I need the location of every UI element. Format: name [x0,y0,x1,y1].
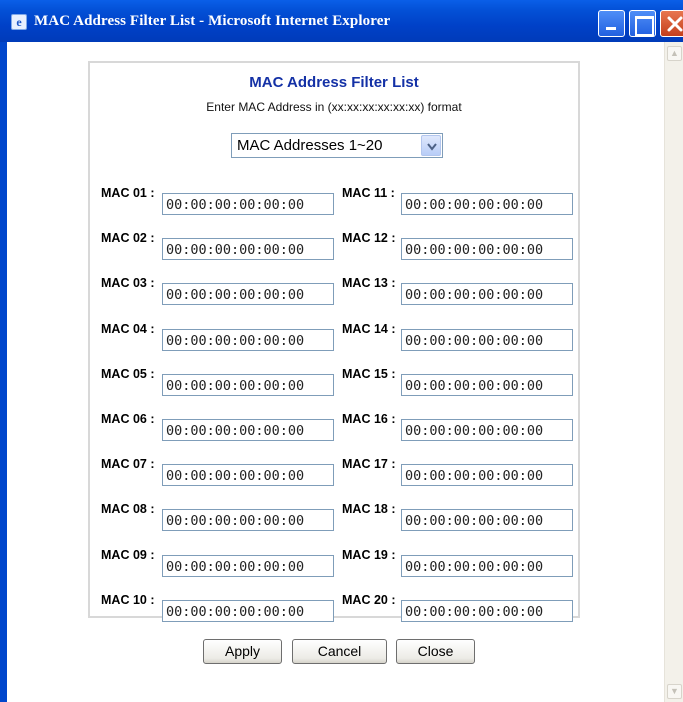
mac-address-input[interactable]: 00:00:00:00:00:00 [401,193,573,215]
scroll-down-arrow-icon[interactable]: ▼ [667,684,682,699]
ie-icon: e [11,14,27,30]
mac-address-input[interactable]: 00:00:00:00:00:00 [162,555,334,577]
mac-address-input[interactable]: 00:00:00:00:00:00 [401,419,573,441]
mac-address-input[interactable]: 00:00:00:00:00:00 [162,374,334,396]
mac-address-input[interactable]: 00:00:00:00:00:00 [401,374,573,396]
mac-address-input[interactable]: 00:00:00:00:00:00 [401,464,573,486]
mac-address-input[interactable]: 00:00:00:00:00:00 [401,238,573,260]
window-title-bar[interactable]: e MAC Address Filter List - Microsoft In… [0,0,683,42]
apply-button[interactable]: Apply [203,639,282,664]
mac-address-input[interactable]: 00:00:00:00:00:00 [162,509,334,531]
mac-address-input[interactable]: 00:00:00:00:00:00 [401,600,573,622]
window-border [0,42,7,702]
mac-address-input[interactable]: 00:00:00:00:00:00 [401,329,573,351]
mac-address-input[interactable]: 00:00:00:00:00:00 [401,283,573,305]
close-window-button[interactable] [660,10,683,37]
panel-title: MAC Address Filter List [249,74,419,91]
mac-range-select-value: MAC Addresses 1~20 [237,137,383,154]
mac-address-input[interactable]: 00:00:00:00:00:00 [401,555,573,577]
mac-address-input[interactable]: 00:00:00:00:00:00 [162,600,334,622]
mac-address-input[interactable]: 00:00:00:00:00:00 [162,283,334,305]
scroll-up-arrow-icon[interactable]: ▲ [667,46,682,61]
cancel-button[interactable]: Cancel [292,639,387,664]
mac-address-input[interactable]: 00:00:00:00:00:00 [162,464,334,486]
mac-address-input[interactable]: 00:00:00:00:00:00 [162,238,334,260]
mac-address-input[interactable]: 00:00:00:00:00:00 [162,419,334,441]
close-icon [667,16,683,32]
mac-address-input[interactable]: 00:00:00:00:00:00 [162,193,334,215]
chevron-down-icon[interactable] [421,135,441,156]
vertical-scrollbar[interactable]: ▲ ▼ [664,42,683,702]
window-title: MAC Address Filter List - Microsoft Inte… [34,13,391,29]
mac-address-input[interactable]: 00:00:00:00:00:00 [401,509,573,531]
maximize-button[interactable] [629,10,656,37]
mac-range-select[interactable]: MAC Addresses 1~20 [231,133,443,158]
format-instructions: Enter MAC Address in (xx:xx:xx:xx:xx:xx)… [206,100,462,114]
minimize-button[interactable] [598,10,625,37]
close-button[interactable]: Close [396,639,475,664]
mac-address-input[interactable]: 00:00:00:00:00:00 [162,329,334,351]
